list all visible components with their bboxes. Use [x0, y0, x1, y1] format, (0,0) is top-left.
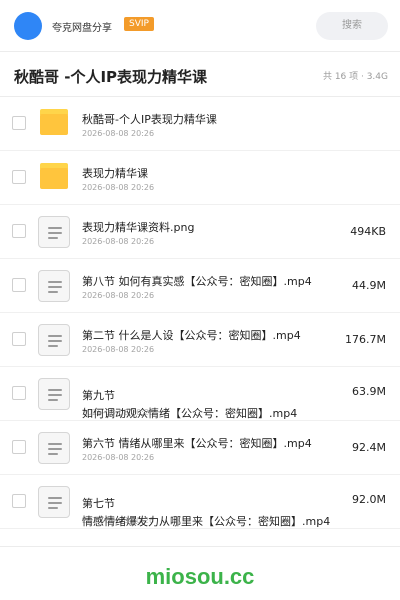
- list-item[interactable]: 表现力精华课 2026-08-08 20:26: [0, 151, 400, 205]
- folder-icon: [40, 109, 68, 135]
- file-date: 2026-08-08 20:26: [82, 129, 155, 138]
- document-icon: [38, 432, 70, 464]
- file-size: 92.0M: [352, 493, 386, 506]
- select-checkbox[interactable]: [12, 494, 26, 508]
- file-name: 表现力精华课资料.png: [82, 221, 195, 234]
- search-button[interactable]: 搜索: [316, 12, 388, 40]
- file-date: 2026-08-08 20:26: [82, 345, 155, 354]
- document-icon: [38, 270, 70, 302]
- file-date: 2026-08-08 20:26: [82, 453, 155, 462]
- file-name-line2: 如何调动观众情绪【公众号：密知圈】.mp4: [82, 407, 298, 420]
- file-name: 第九节: [82, 389, 115, 402]
- folder-icon: [40, 163, 68, 189]
- file-size: 63.9M: [352, 385, 386, 398]
- share-title-bar: 秋酷哥 -个人IP表现力精华课 共 16 项 · 3.4G: [0, 52, 400, 96]
- watermark-text: miosou.cc: [145, 564, 255, 589]
- svip-badge: SVIP: [124, 17, 154, 31]
- file-date: 2026-08-08 20:26: [82, 183, 155, 192]
- select-checkbox[interactable]: [12, 116, 26, 130]
- share-owner-name: 夸克网盘分享: [52, 23, 112, 34]
- document-icon: [38, 486, 70, 518]
- avatar[interactable]: [14, 12, 42, 40]
- document-icon: [38, 378, 70, 410]
- document-icon: [38, 216, 70, 248]
- page-title: 秋酷哥 -个人IP表现力精华课: [14, 68, 208, 86]
- select-checkbox[interactable]: [12, 224, 26, 238]
- divider: [0, 546, 400, 547]
- select-checkbox[interactable]: [12, 170, 26, 184]
- file-name: 第八节 如何有真实感【公众号：密知圈】.mp4: [82, 275, 312, 288]
- file-size: 176.7M: [345, 333, 386, 346]
- file-name: 第七节: [82, 497, 115, 510]
- file-list: 秋酷哥-个人IP表现力精华课 2026-08-08 20:26 表现力精华课 2…: [0, 97, 400, 529]
- select-checkbox[interactable]: [12, 386, 26, 400]
- top-bar: 夸克网盘分享 SVIP 搜索: [0, 0, 400, 52]
- select-checkbox[interactable]: [12, 332, 26, 346]
- list-item[interactable]: 第六节 情绪从哪里来【公众号：密知圈】.mp4 2026-08-08 20:26…: [0, 421, 400, 475]
- file-size: 92.4M: [352, 441, 386, 454]
- select-checkbox[interactable]: [12, 440, 26, 454]
- share-summary: 共 16 项 · 3.4G: [322, 72, 388, 82]
- list-item[interactable]: 2026-08-08 20:26 第九节 如何调动观众情绪【公众号：密知圈】.m…: [0, 367, 400, 421]
- list-item[interactable]: 第八节 如何有真实感【公众号：密知圈】.mp4 2026-08-08 20:26…: [0, 259, 400, 313]
- file-date: 2026-08-08 20:26: [82, 237, 155, 246]
- file-name: 表现力精华课: [82, 167, 148, 180]
- file-size: 494KB: [350, 225, 386, 238]
- file-name: 第六节 情绪从哪里来【公众号：密知圈】.mp4: [82, 437, 312, 450]
- file-size: 44.9M: [352, 279, 386, 292]
- list-item[interactable]: 2026-08-08 20:26 第七节 情感情绪爆发力从哪里来【公众号：密知圈…: [0, 475, 400, 529]
- list-item[interactable]: 表现力精华课资料.png 2026-08-08 20:26 494KB: [0, 205, 400, 259]
- document-icon: [38, 324, 70, 356]
- list-item[interactable]: 秋酷哥-个人IP表现力精华课 2026-08-08 20:26: [0, 97, 400, 151]
- file-name: 秋酷哥-个人IP表现力精华课: [82, 113, 217, 126]
- list-item[interactable]: 第二节 什么是人设【公众号：密知圈】.mp4 2026-08-08 20:26 …: [0, 313, 400, 367]
- file-name-line2: 情感情绪爆发力从哪里来【公众号：密知圈】.mp4: [82, 515, 331, 528]
- file-name: 第二节 什么是人设【公众号：密知圈】.mp4: [82, 329, 301, 342]
- select-checkbox[interactable]: [12, 278, 26, 292]
- file-date: 2026-08-08 20:26: [82, 291, 155, 300]
